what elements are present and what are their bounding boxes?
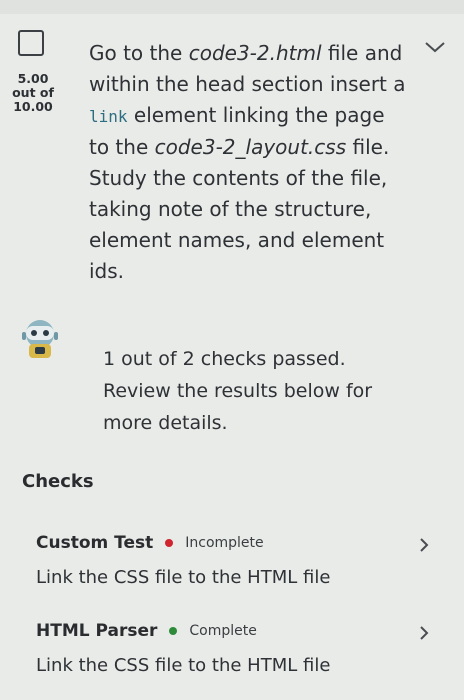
check-description: Link the CSS file to the HTML file	[36, 655, 331, 676]
status-dot-icon	[165, 539, 174, 547]
chevron-right-icon[interactable]	[418, 625, 430, 641]
result-summary: 1 out of 2 checks passed. Review the res…	[103, 348, 373, 434]
top-edge	[0, 0, 464, 14]
css-file-name: code3-2_layout.css	[154, 135, 347, 159]
chevron-down-icon[interactable]	[424, 40, 446, 54]
checkbox-icon[interactable]	[18, 30, 44, 56]
check-row-custom-test[interactable]: Custom Test Incomplete Link the CSS file…	[36, 531, 429, 588]
checks-title: Checks	[22, 471, 94, 492]
check-name: HTML Parser	[36, 621, 158, 641]
status-dot-icon	[169, 627, 178, 635]
robot-icon	[22, 320, 58, 358]
check-status: Complete	[189, 623, 257, 639]
check-name: Custom Test	[36, 533, 154, 553]
score: 5.00 out of 10.00	[10, 72, 56, 114]
score-out-of: out of	[12, 85, 54, 100]
score-value: 5.00	[17, 71, 49, 86]
task-instructions: Go to the code3-2.html file and within t…	[89, 38, 409, 287]
html-file-name: code3-2.html	[188, 41, 322, 65]
check-description: Link the CSS file to the HTML file	[36, 567, 331, 588]
instruction-text: Go to the	[89, 41, 189, 65]
chevron-right-icon[interactable]	[418, 537, 430, 553]
score-max: 10.00	[13, 99, 53, 114]
check-row-html-parser[interactable]: HTML Parser Complete Link the CSS file t…	[36, 619, 429, 676]
link-element-code: link	[89, 107, 128, 126]
check-status: Incomplete	[185, 535, 264, 551]
